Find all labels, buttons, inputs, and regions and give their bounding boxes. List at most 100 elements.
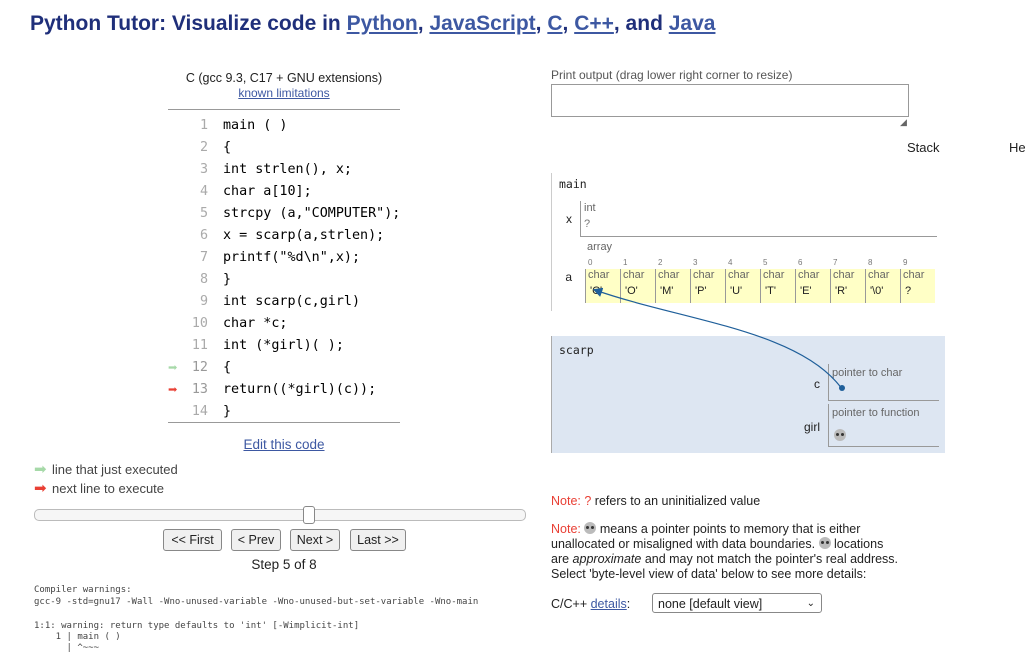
line-number: 9 xyxy=(199,294,208,309)
first-button[interactable]: << First xyxy=(163,529,222,551)
note-uninitialized: Note: ? refers to an uninitialized value xyxy=(551,494,760,509)
code-line: 2{ xyxy=(168,137,400,159)
c-link[interactable]: C xyxy=(547,12,562,35)
print-output-box[interactable] xyxy=(551,84,909,117)
note-skull-text-b: unallocated or misaligned with data boun… xyxy=(551,537,819,551)
array-index: 1 xyxy=(623,258,628,267)
cell-value: 'O' xyxy=(625,285,638,297)
line-code: x = scarp(a,strlen); xyxy=(223,228,385,243)
variable-c-box: pointer to char xyxy=(828,364,939,401)
legend-just-executed: ➡ line that just executed xyxy=(34,460,178,478)
cell-type: char xyxy=(728,269,750,281)
next-button[interactable]: Next > xyxy=(290,529,340,551)
language-label: C (gcc 9.3, C17 + GNU extensions) xyxy=(185,71,383,85)
line-number: 2 xyxy=(199,140,208,155)
line-number: 4 xyxy=(199,184,208,199)
legend-just-executed-label: line that just executed xyxy=(52,462,178,477)
line-number: 14 xyxy=(191,404,208,419)
variable-name-x: x xyxy=(566,212,572,226)
compiler-warning-source: 1 | main ( ) xyxy=(34,632,121,642)
step-slider-track[interactable] xyxy=(34,509,526,521)
prev-button[interactable]: < Prev xyxy=(231,529,281,551)
frame-name: scarp xyxy=(559,343,594,357)
line-code: printf("%d\n",x); xyxy=(223,250,361,265)
stack-frame-scarp: scarp c pointer to char girl pointer to … xyxy=(551,336,945,453)
uninitialized-value: ? xyxy=(584,218,591,230)
line-number: 10 xyxy=(191,316,208,331)
step-counter: Step 5 of 8 xyxy=(251,557,317,572)
java-link[interactable]: Java xyxy=(669,12,716,35)
line-number: 6 xyxy=(199,228,208,243)
array-index: 5 xyxy=(763,258,768,267)
note-skull-text-d-post: and may not match the pointer's real add… xyxy=(641,552,899,566)
array-cell: 1 char 'O' xyxy=(620,258,655,303)
array-cell: 3 char 'P' xyxy=(690,258,725,303)
cell-value: 'C' xyxy=(590,285,603,297)
note-skull-text-c: locations xyxy=(830,537,884,551)
line-code: main ( ) xyxy=(223,118,288,133)
cell-type: char xyxy=(833,269,855,281)
python-link[interactable]: Python xyxy=(347,12,418,35)
cell-value: '\0' xyxy=(870,285,884,297)
array-index: 8 xyxy=(868,258,873,267)
line-number: 8 xyxy=(199,272,208,287)
note-uninitialized-text: refers to an uninitialized value xyxy=(591,494,761,508)
array-cell: 9 char? xyxy=(900,258,935,303)
frame-name: main xyxy=(559,177,587,191)
note-label: Note: xyxy=(551,494,581,508)
line-code: int (*girl)( ); xyxy=(223,338,344,353)
cpp-link[interactable]: C++ xyxy=(574,12,614,35)
note-label: Note: xyxy=(551,522,581,536)
code-line: 4 char a[10]; xyxy=(168,181,400,203)
cell-type: char xyxy=(798,269,820,281)
array-index: 9 xyxy=(903,258,908,267)
variable-girl-box: pointer to function xyxy=(828,404,939,447)
resize-grip-icon[interactable]: ◢ xyxy=(900,117,907,128)
variable-name-girl: girl xyxy=(803,420,820,434)
compiler-command: gcc-9 -std=gnu17 -Wall -Wno-unused-varia… xyxy=(34,597,479,607)
code-line: 8} xyxy=(168,269,400,291)
line-code: { xyxy=(223,140,232,155)
cell-value: 'M' xyxy=(660,285,674,297)
cell-type: char xyxy=(868,269,890,281)
line-number: 1 xyxy=(199,118,208,133)
cell-type: char xyxy=(763,269,785,281)
array-cell: 6 char 'E' xyxy=(795,258,830,303)
last-button[interactable]: Last >> xyxy=(350,529,406,551)
code-line: 5 strcpy (a,"COMPUTER"); xyxy=(168,203,400,225)
line-number: 7 xyxy=(199,250,208,265)
compiler-warnings-heading: Compiler warnings: xyxy=(34,585,132,595)
line-code: int scarp(c,girl) xyxy=(223,294,361,309)
view-select[interactable]: none [default view] ⌄ xyxy=(652,593,822,613)
cell-type: char xyxy=(658,269,680,281)
stack-heading: Stack xyxy=(907,140,940,155)
array-a: array 0 char 'C' 1 char 'O' 2 char 'M' 3 char 'P' 4 c… xyxy=(580,237,936,307)
known-limitations-link[interactable]: known limitations xyxy=(238,86,329,100)
line-number: 5 xyxy=(199,206,208,221)
step-slider-handle[interactable] xyxy=(302,506,315,524)
array-cell: 8 char '\0' xyxy=(865,258,900,303)
skull-icon xyxy=(834,429,846,441)
note-skull-text-d-pre: are xyxy=(551,552,573,566)
code-line: 11 int (*girl)( ); xyxy=(168,335,400,357)
cell-value: 'E' xyxy=(800,285,812,297)
type-label: pointer to char xyxy=(832,367,903,379)
line-code: } xyxy=(223,404,232,419)
details-link[interactable]: details xyxy=(591,597,627,611)
view-select-value: none [default view] xyxy=(658,597,763,611)
code-display: 1 main ( ) 2{3 int strlen(), x; 4 char a[10];… xyxy=(168,109,400,423)
note-skull-text-e: Select 'byte-level view of data' below t… xyxy=(551,567,867,581)
cell-value: ? xyxy=(905,285,912,297)
cell-type: char xyxy=(693,269,715,281)
array-cell: 7 char 'R' xyxy=(830,258,865,303)
line-code: char *c; xyxy=(223,316,288,331)
edit-code-link[interactable]: Edit this code xyxy=(243,437,324,452)
variable-name-a: a xyxy=(565,270,572,284)
cell-value: 'T' xyxy=(765,285,776,297)
chevron-down-icon: ⌄ xyxy=(806,598,815,609)
red-arrow-icon: ➡ xyxy=(34,480,47,497)
javascript-link[interactable]: JavaScript xyxy=(429,12,535,35)
line-code: strcpy (a,"COMPUTER"); xyxy=(223,206,401,221)
line-number: 11 xyxy=(191,338,208,353)
legend-next-line: ➡ next line to execute xyxy=(34,479,164,497)
